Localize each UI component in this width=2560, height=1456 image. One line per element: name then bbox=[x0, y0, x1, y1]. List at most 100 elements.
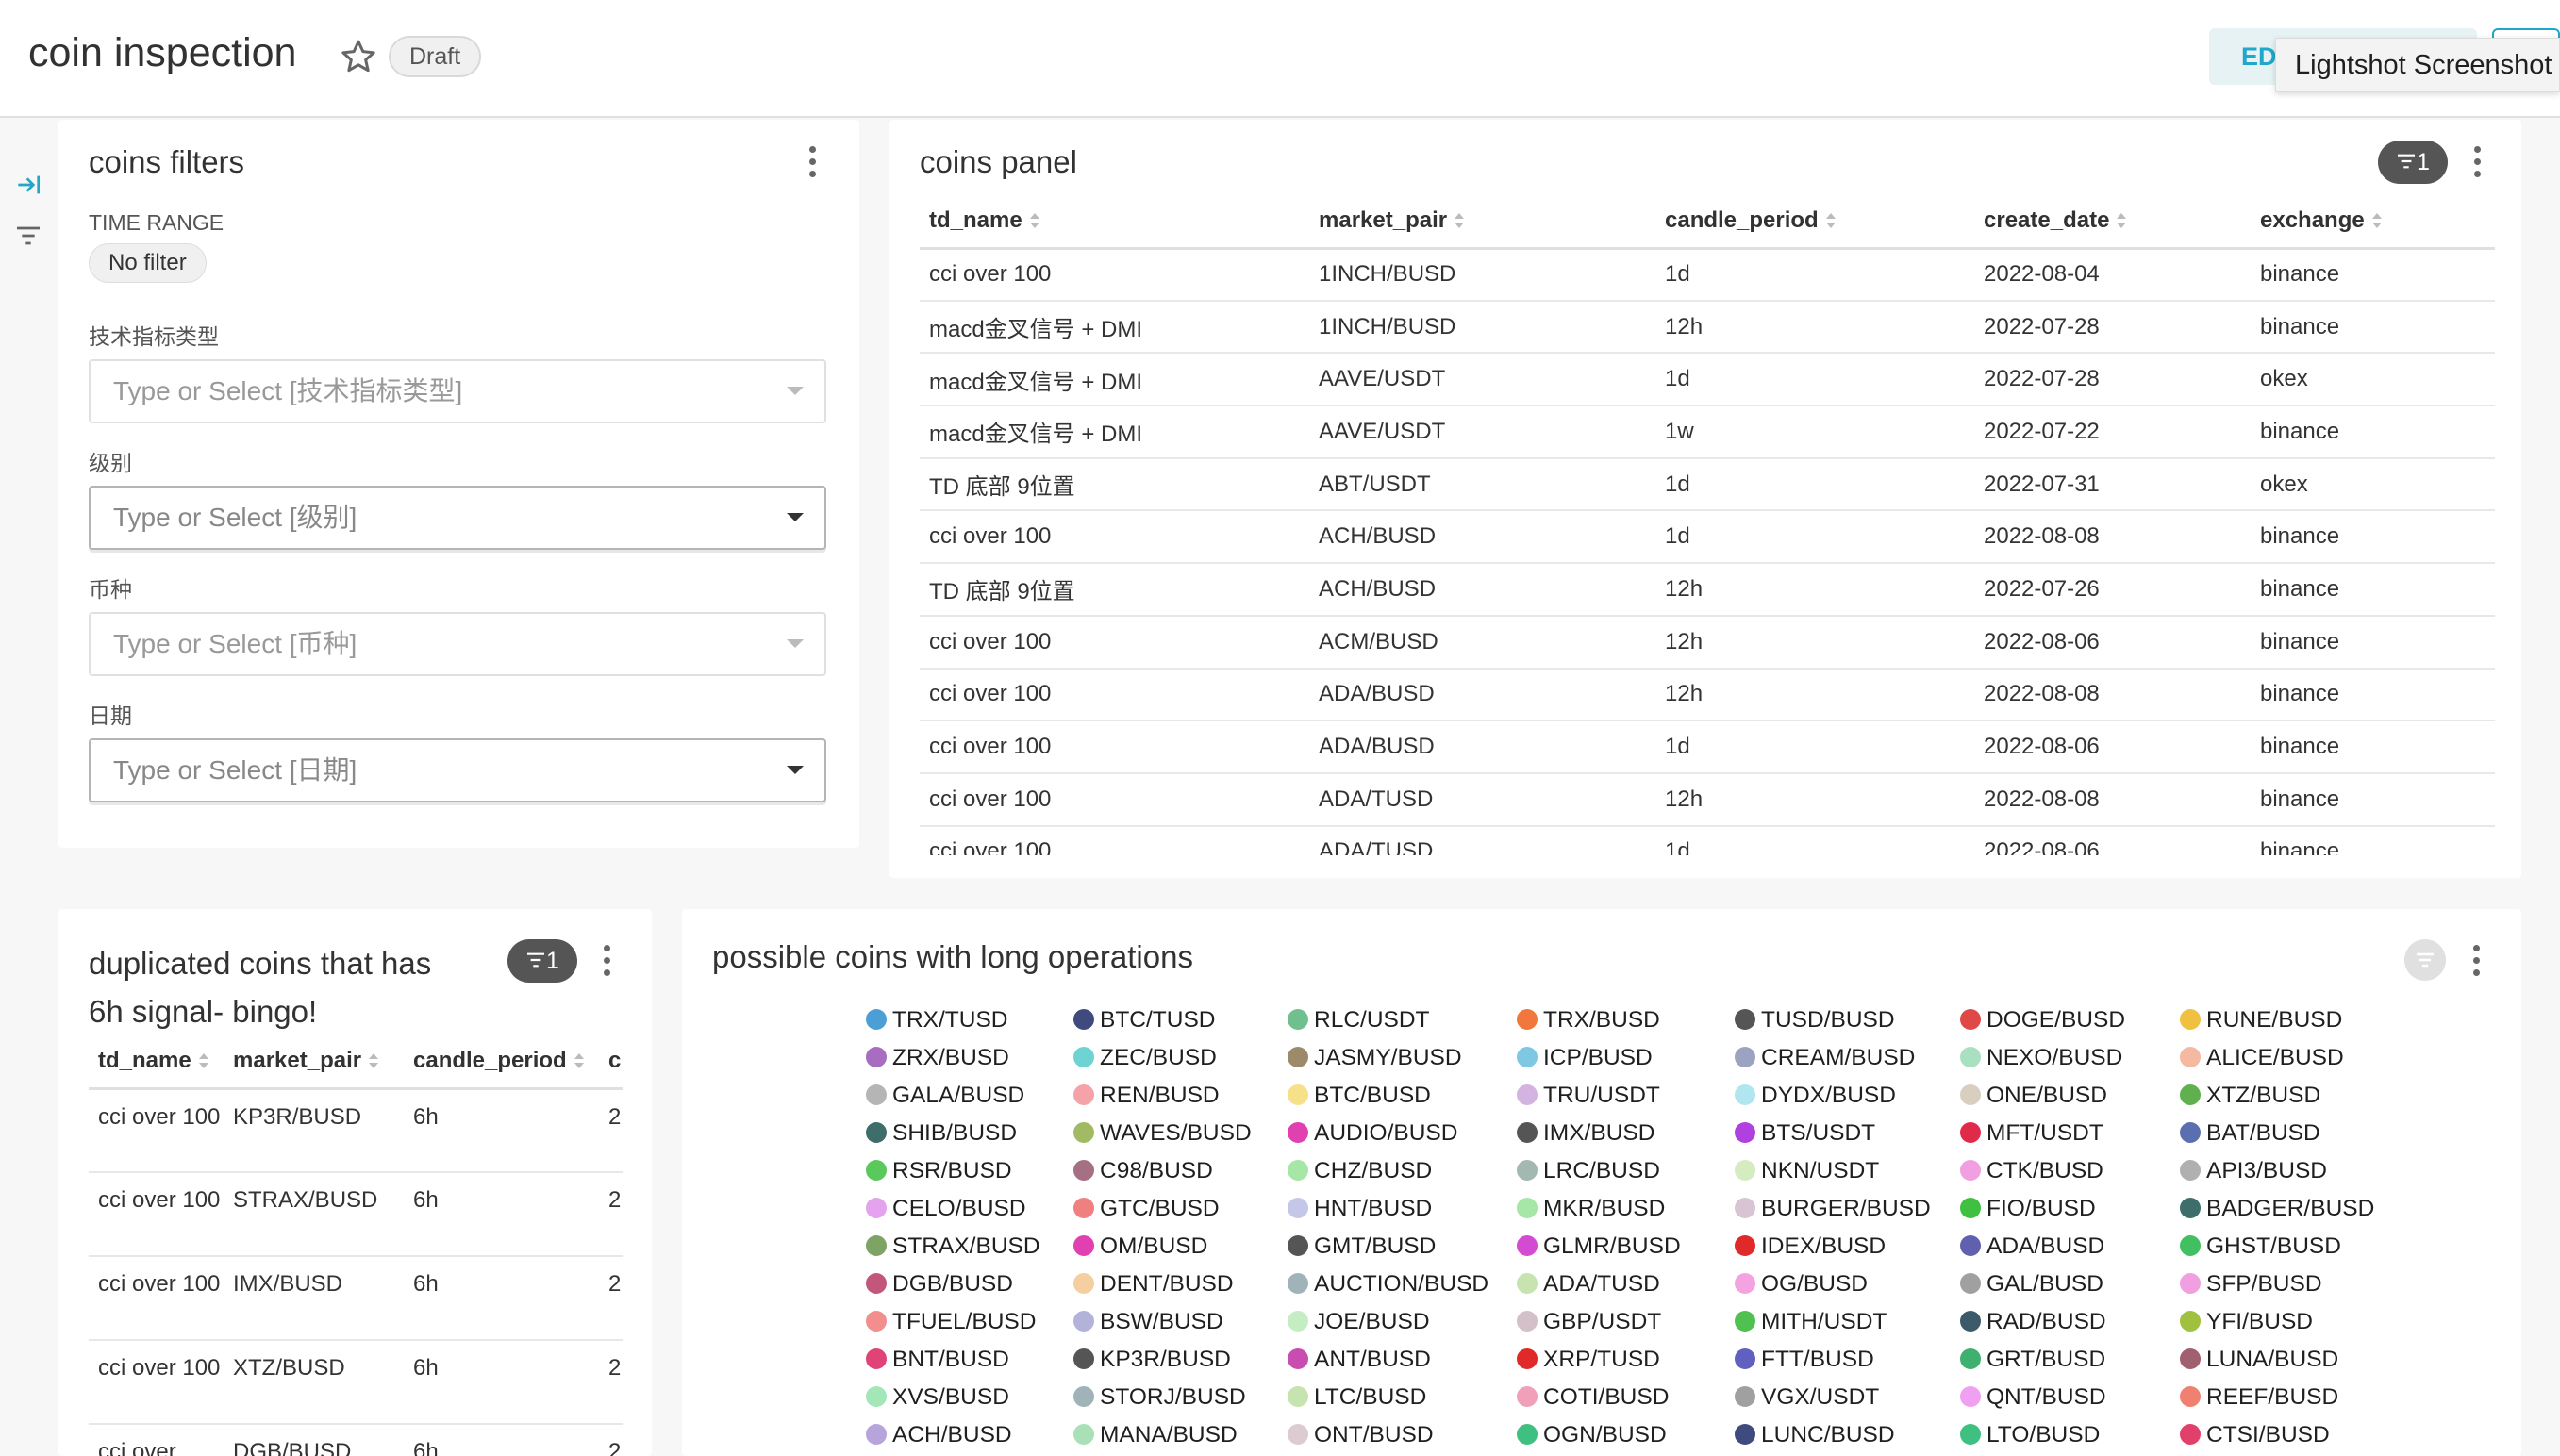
coin-type-select[interactable]: Type or Select [币种] bbox=[89, 612, 826, 676]
legend-item[interactable]: DGB/BUSD bbox=[866, 1266, 1013, 1303]
legend-item[interactable]: DOGE/BUSD bbox=[1960, 1001, 2125, 1039]
legend-item[interactable]: GTC/BUSD bbox=[1073, 1190, 1220, 1228]
legend-item[interactable]: KP3R/BUSD bbox=[1073, 1341, 1231, 1379]
legend-item[interactable]: LUNA/BUSD bbox=[2180, 1341, 2338, 1379]
table-row[interactable]: cci over 100 ACH/BUSD 1d 2022-08-08 binance bbox=[920, 510, 2495, 565]
legend-item[interactable]: OGN/BUSD bbox=[1517, 1416, 1667, 1454]
legend-item[interactable]: VGX/USDT bbox=[1735, 1379, 1879, 1416]
legend-item[interactable]: C98/BUSD bbox=[1073, 1152, 1213, 1190]
legend-item[interactable]: GMT/BUSD bbox=[1288, 1228, 1436, 1266]
filters-menu-icon[interactable] bbox=[806, 146, 818, 180]
legend-item[interactable]: AUCTION/BUSD bbox=[1288, 1266, 1488, 1303]
legend-item[interactable]: OG/BUSD bbox=[1735, 1266, 1868, 1303]
legend-item[interactable]: OM/BUSD bbox=[1073, 1228, 1207, 1266]
column-header[interactable]: exchange bbox=[2251, 195, 2495, 250]
applied-filters-badge[interactable]: 1 bbox=[507, 939, 577, 983]
table-row[interactable]: cci over 100 1INCH/BUSD 1d 2022-08-04 binanc… bbox=[920, 248, 2495, 302]
legend-item[interactable]: LTC/BUSD bbox=[1288, 1379, 1426, 1416]
legend-item[interactable]: CELO/BUSD bbox=[866, 1190, 1026, 1228]
legend-item[interactable]: JOE/BUSD bbox=[1288, 1303, 1430, 1341]
legend-item[interactable]: IDEX/BUSD bbox=[1735, 1228, 1886, 1266]
legend-item[interactable]: CREAM/BUSD bbox=[1735, 1039, 1915, 1077]
legend-item[interactable]: TUSD/BUSD bbox=[1735, 1001, 1895, 1039]
legend-item[interactable]: BSW/BUSD bbox=[1073, 1303, 1223, 1341]
legend-item[interactable]: ACH/BUSD bbox=[866, 1416, 1012, 1454]
legend-item[interactable]: ZRX/BUSD bbox=[866, 1039, 1009, 1077]
legend-item[interactable]: AUDIO/BUSD bbox=[1288, 1115, 1457, 1152]
legend-item[interactable]: WAVES/BUSD bbox=[1073, 1115, 1252, 1152]
legend-item[interactable]: CTSI/BUSD bbox=[2180, 1416, 2330, 1454]
column-header[interactable]: market_pair bbox=[1309, 195, 1655, 250]
star-icon[interactable] bbox=[340, 38, 377, 75]
column-header[interactable]: td_name bbox=[920, 195, 1309, 250]
legend-item[interactable]: GBP/USDT bbox=[1517, 1303, 1661, 1341]
legend-item[interactable]: STRAX/BUSD bbox=[866, 1228, 1040, 1266]
legend-item[interactable]: HNT/BUSD bbox=[1288, 1190, 1432, 1228]
table-row[interactable]: cci over 100 IMX/BUSD 6h 2 bbox=[89, 1256, 623, 1341]
legend-item[interactable]: BTC/TUSD bbox=[1073, 1001, 1216, 1039]
legend-item[interactable]: GLMR/BUSD bbox=[1517, 1228, 1681, 1266]
legend-item[interactable]: NEXO/BUSD bbox=[1960, 1039, 2122, 1077]
legend-item[interactable]: BNT/BUSD bbox=[866, 1341, 1009, 1379]
legend-item[interactable]: ZEC/BUSD bbox=[1073, 1039, 1217, 1077]
legend-item[interactable]: TRU/USDT bbox=[1517, 1077, 1660, 1115]
table-row[interactable]: TD 底部 9位置 ABT/USDT 1d 2022-07-31 okex bbox=[920, 457, 2495, 512]
legend-item[interactable]: REN/BUSD bbox=[1073, 1077, 1220, 1115]
legend-item[interactable]: RUNE/BUSD bbox=[2180, 1001, 2342, 1039]
legend-item[interactable]: TRX/BUSD bbox=[1517, 1001, 1660, 1039]
legend-item[interactable]: XRP/TUSD bbox=[1517, 1341, 1660, 1379]
legend-item[interactable]: API3/BUSD bbox=[2180, 1152, 2327, 1190]
column-header[interactable]: candle_period bbox=[1655, 195, 1974, 250]
legend-item[interactable]: TFUEL/BUSD bbox=[866, 1303, 1036, 1341]
filter-indicator-icon[interactable] bbox=[2404, 939, 2446, 981]
legend-item[interactable]: COTI/BUSD bbox=[1517, 1379, 1669, 1416]
legend-item[interactable]: MITH/USDT bbox=[1735, 1303, 1887, 1341]
legend-item[interactable]: GRT/BUSD bbox=[1960, 1341, 2105, 1379]
table-row[interactable]: cci over 100 ADA/TUSD 1d 2022-08-06 binance bbox=[920, 825, 2495, 855]
column-header[interactable]: td_name bbox=[89, 1035, 224, 1090]
legend-item[interactable]: BTC/BUSD bbox=[1288, 1077, 1431, 1115]
legend-item[interactable]: ONE/BUSD bbox=[1960, 1077, 2107, 1115]
legend-item[interactable]: GAL/BUSD bbox=[1960, 1266, 2103, 1303]
legend-item[interactable]: BADGER/BUSD bbox=[2180, 1190, 2374, 1228]
table-row[interactable]: cci over 100 STRAX/BUSD 6h 2 bbox=[89, 1172, 623, 1257]
legend-item[interactable]: ADA/BUSD bbox=[1960, 1228, 2104, 1266]
table-row[interactable]: cci over 100 ACM/BUSD 12h 2022-08-06 binance bbox=[920, 615, 2495, 670]
table-row[interactable]: macd金叉信号 + DMI AAVE/USDT 1w 2022-07-22 binan… bbox=[920, 405, 2495, 459]
table-row[interactable]: cci over 100 ADA/BUSD 12h 2022-08-08 binance bbox=[920, 668, 2495, 722]
legend-item[interactable]: GHST/BUSD bbox=[2180, 1228, 2341, 1266]
indicator-type-select[interactable]: Type or Select [技术指标类型] bbox=[89, 359, 826, 423]
legend-item[interactable]: REEF/BUSD bbox=[2180, 1379, 2338, 1416]
legend-item[interactable]: JASMY/BUSD bbox=[1288, 1039, 1462, 1077]
legend-item[interactable]: BAT/BUSD bbox=[2180, 1115, 2320, 1152]
legend-item[interactable]: BTS/USDT bbox=[1735, 1115, 1875, 1152]
legend-item[interactable]: FIO/BUSD bbox=[1960, 1190, 2096, 1228]
legend-item[interactable]: QNT/BUSD bbox=[1960, 1379, 2106, 1416]
duplicated-table-viewport[interactable]: td_name market_pair candle_period c cci … bbox=[89, 1035, 623, 1456]
legend-item[interactable]: FTT/BUSD bbox=[1735, 1341, 1874, 1379]
level-select[interactable]: Type or Select [级别] bbox=[89, 486, 826, 550]
legend-item[interactable]: MFT/USDT bbox=[1960, 1115, 2103, 1152]
legend-item[interactable]: CHZ/BUSD bbox=[1288, 1152, 1432, 1190]
date-select[interactable]: Type or Select [日期] bbox=[89, 738, 826, 802]
legend-item[interactable]: YFI/BUSD bbox=[2180, 1303, 2313, 1341]
legend-item[interactable]: ONT/BUSD bbox=[1288, 1416, 1434, 1454]
table-row[interactable]: cci over 100 KP3R/BUSD 6h 2 bbox=[89, 1088, 623, 1173]
legend-item[interactable]: ICP/BUSD bbox=[1517, 1039, 1653, 1077]
legend-item[interactable]: SHIB/BUSD bbox=[866, 1115, 1017, 1152]
filter-icon[interactable] bbox=[13, 221, 43, 251]
legend-item[interactable]: RLC/USDT bbox=[1288, 1001, 1430, 1039]
legend-item[interactable]: LRC/BUSD bbox=[1517, 1152, 1660, 1190]
legend-item[interactable]: NKN/USDT bbox=[1735, 1152, 1879, 1190]
column-header[interactable]: c bbox=[599, 1035, 623, 1090]
table-row[interactable]: macd金叉信号 + DMI 1INCH/BUSD 12h 2022-07-28 bin… bbox=[920, 300, 2495, 355]
legend-item[interactable]: LTO/BUSD bbox=[1960, 1416, 2100, 1454]
legend-item[interactable]: ADA/TUSD bbox=[1517, 1266, 1660, 1303]
legend-item[interactable]: XVS/BUSD bbox=[866, 1379, 1009, 1416]
status-badge[interactable]: Draft bbox=[389, 36, 482, 77]
column-header[interactable]: create_date bbox=[1974, 195, 2251, 250]
long-operations-menu-icon[interactable] bbox=[2470, 945, 2482, 979]
legend-item[interactable]: ANT/BUSD bbox=[1288, 1341, 1431, 1379]
legend-item[interactable]: IMX/BUSD bbox=[1517, 1115, 1654, 1152]
legend-item[interactable]: MANA/BUSD bbox=[1073, 1416, 1238, 1454]
